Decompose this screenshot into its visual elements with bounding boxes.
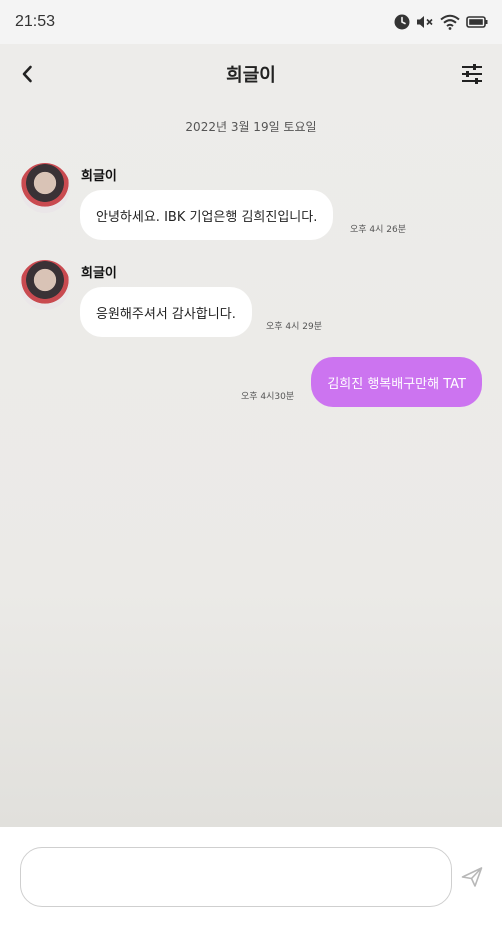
message-input[interactable] xyxy=(20,847,452,907)
send-icon[interactable] xyxy=(460,865,484,889)
message-composer xyxy=(0,827,502,927)
message-time: 오후 4시 26분 xyxy=(350,225,407,235)
message-time: 오후 4시 29분 xyxy=(266,322,323,332)
chat-area[interactable]: 희글이 2022년 3월 19일 토요일 희글이 안녕하세요. IBK 기업은행… xyxy=(0,44,502,827)
status-bar: 21:53 xyxy=(0,0,502,44)
avatar[interactable] xyxy=(20,163,70,213)
status-time: 21:53 xyxy=(15,13,56,30)
message-bubble-outgoing[interactable]: 김희진 행복배구만해 TAT xyxy=(311,357,482,407)
sender-name: 희글이 xyxy=(81,169,117,184)
settings-sliders-icon[interactable] xyxy=(460,62,484,86)
mute-icon xyxy=(416,14,434,30)
wifi-icon xyxy=(440,14,460,30)
back-icon[interactable] xyxy=(16,62,40,86)
chat-header: 희글이 xyxy=(0,44,502,104)
message-bubble-incoming[interactable]: 안녕하세요. IBK 기업은행 김희진입니다. xyxy=(80,190,334,240)
date-separator: 2022년 3월 19일 토요일 xyxy=(185,120,317,134)
message-bubble-incoming[interactable]: 응원해주셔서 감사합니다. xyxy=(80,287,252,337)
battery-icon xyxy=(466,15,488,29)
clock-icon xyxy=(394,14,410,30)
sender-name: 희글이 xyxy=(81,266,117,281)
avatar[interactable] xyxy=(20,260,70,310)
message-time: 오후 4시30분 xyxy=(241,392,295,402)
chat-title: 희글이 xyxy=(226,65,276,86)
status-icons xyxy=(394,14,488,30)
